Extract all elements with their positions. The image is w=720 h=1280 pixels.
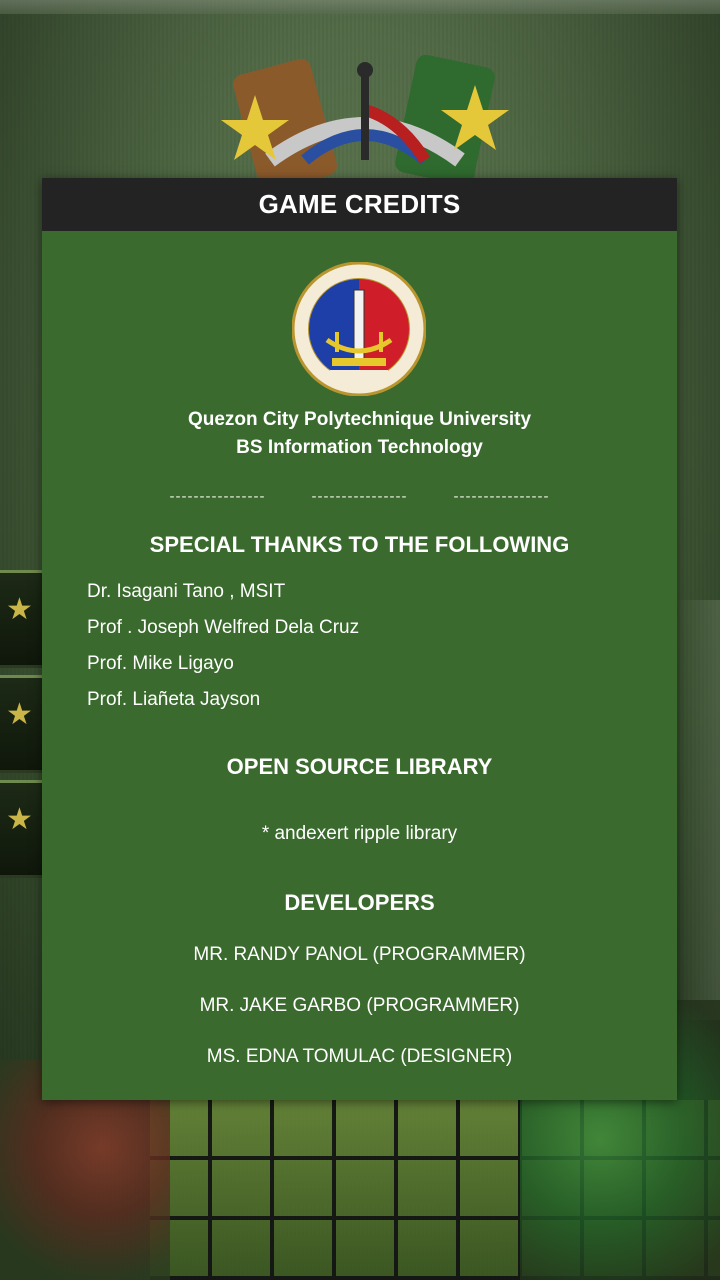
list-item: Prof . Joseph Welfred Dela Cruz (87, 617, 360, 638)
open-source-item: * andexert ripple library (261, 823, 458, 844)
special-thanks-list: Dr. Isagani Tano , MSIT Prof . Joseph We… (87, 578, 359, 722)
game-emblem-icon (221, 54, 509, 190)
university-info: Quezon City Polytechnique University BS … (42, 406, 677, 462)
star-icon: ★ (6, 698, 33, 731)
credits-dialog: GAME CREDITS Quezon City Polytechnique U… (42, 178, 677, 1100)
star-icon: ★ (6, 803, 33, 836)
side-tile: ★ (0, 780, 42, 878)
developer-item: MR. JAKE GARBO (PROGRAMMER) (199, 995, 520, 1016)
open-source-heading: OPEN SOURCE LIBRARY (226, 754, 493, 779)
side-tile: ★ (0, 675, 42, 773)
developers-heading: DEVELOPERS (284, 890, 435, 915)
university-name: Quezon City Polytechnique University (187, 409, 532, 430)
background-top-strip (0, 0, 720, 14)
star-icon: ★ (6, 593, 33, 626)
divider-segment: ---------------- (311, 488, 408, 505)
right-decoration (676, 600, 720, 1020)
dialog-title: GAME CREDITS (42, 178, 677, 231)
side-tile: ★ (0, 570, 42, 668)
side-tiles: ★ ★ ★ (0, 570, 42, 880)
divider-segment: ---------------- (453, 488, 550, 505)
developer-item: MR. RANDY PANOL (PROGRAMMER) (193, 944, 526, 965)
special-thanks-heading: SPECIAL THANKS TO THE FOLLOWING (149, 532, 570, 557)
developer-item: MS. EDNA TOMULAC (DESIGNER) (206, 1046, 513, 1067)
divider-segment: ---------------- (169, 488, 266, 505)
university-seal-logo (291, 261, 427, 397)
list-item: Dr. Isagani Tano , MSIT (87, 581, 286, 602)
university-program: BS Information Technology (236, 437, 483, 458)
divider: ---------------- ---------------- ------… (42, 488, 677, 505)
list-item: Prof. Mike Ligayo (87, 653, 234, 674)
list-item: Prof. Liañeta Jayson (87, 689, 261, 710)
